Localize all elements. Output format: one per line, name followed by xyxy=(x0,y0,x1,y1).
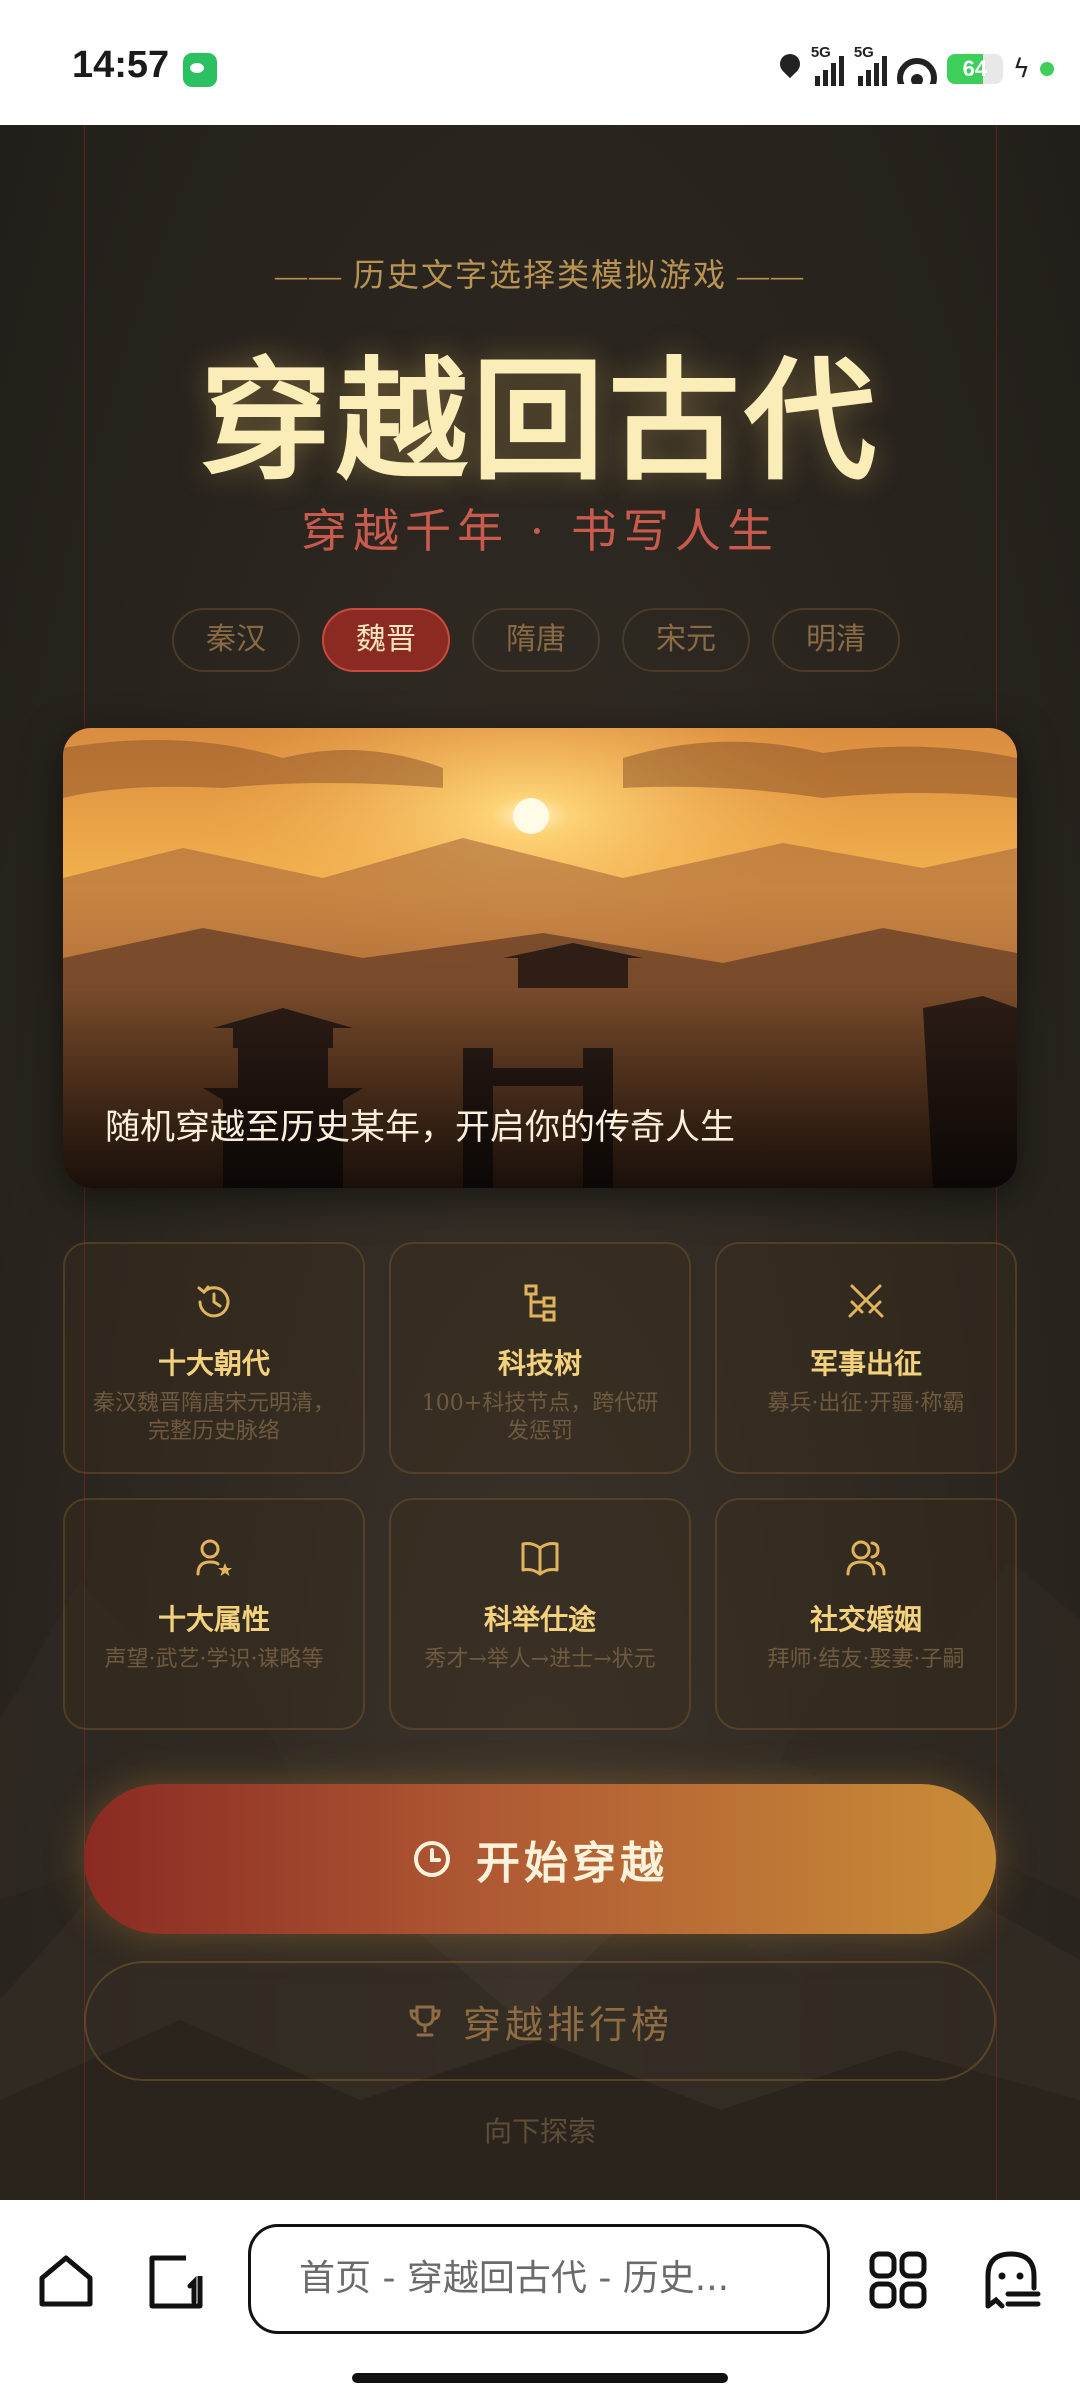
status-time: 14:57 xyxy=(72,44,170,86)
ranking-button-label: 穿越排行榜 xyxy=(462,2002,673,2047)
home-indicator[interactable] xyxy=(352,2373,728,2383)
feature-desc: 秀才→举人→进士→状元 xyxy=(424,1647,656,1672)
tech-tree-icon xyxy=(524,1284,556,1322)
feature-title: 社交婚姻 xyxy=(809,1603,922,1636)
era-tab-suitang[interactable]: 隋唐 xyxy=(472,608,600,672)
battery-level: 64 xyxy=(962,56,988,81)
page-tagline: 穿越千年 · 书写人生 xyxy=(301,504,779,558)
clock-icon xyxy=(414,1841,450,1877)
user-star-icon xyxy=(196,1539,232,1576)
wechat-icon xyxy=(183,53,217,87)
ranking-button[interactable]: 穿越排行榜 xyxy=(84,1961,996,2081)
feature-grid: 十大朝代 秦汉魏晋隋唐宋元明清，完整历史脉络 科技树 100+科技节点，跨代研发… xyxy=(63,1242,1017,1730)
era-tab-songyuan[interactable]: 宋元 xyxy=(622,608,750,672)
feature-card-tech-tree[interactable]: 科技树 100+科技节点，跨代研发惩罚 xyxy=(389,1242,691,1474)
feature-desc: 拜师·结友·娶妻·子嗣 xyxy=(767,1647,965,1672)
scroll-hint[interactable]: 向下探索 xyxy=(0,2110,1080,2150)
feature-title: 军事出征 xyxy=(809,1347,922,1380)
swords-icon xyxy=(848,1284,884,1318)
signal-icon: 5G xyxy=(854,44,887,86)
start-button-label: 开始穿越 xyxy=(476,1838,668,1889)
start-travel-button[interactable]: 开始穿越 xyxy=(84,1784,996,1934)
feature-desc: 募兵·出征·开疆·称霸 xyxy=(767,1391,965,1416)
era-tab-qinhan[interactable]: 秦汉 xyxy=(172,608,300,672)
history-icon xyxy=(197,1285,230,1318)
hero-caption: 随机穿越至历史某年，开启你的传奇人生 xyxy=(105,1108,736,1148)
feature-card-exam[interactable]: 科举仕途 秀才→举人→进士→状元 xyxy=(389,1498,691,1730)
charging-icon: ϟ xyxy=(1012,54,1030,84)
feature-title: 十大朝代 xyxy=(157,1347,270,1380)
users-icon xyxy=(846,1540,886,1576)
wifi-icon xyxy=(896,54,937,84)
feature-desc: 100+科技节点，跨代研发惩罚 xyxy=(421,1391,659,1444)
address-bar[interactable]: 首页 - 穿越回古代 - 历史... xyxy=(248,2224,830,2334)
hero-banner: 随机穿越至历史某年，开启你的传奇人生 xyxy=(63,728,1017,1188)
feature-title: 科技树 xyxy=(497,1347,582,1380)
era-tab-mingqing[interactable]: 明清 xyxy=(772,608,900,672)
page-subtitle: —— 历史文字选择类模拟游戏 —— xyxy=(274,257,805,293)
page-content[interactable]: —— 历史文字选择类模拟游戏 —— 穿越回古代 穿越千年 · 书写人生 秦汉 魏… xyxy=(0,125,1080,2200)
status-icons: 5G 5G 64 ϟ xyxy=(779,44,1054,94)
feature-card-social[interactable]: 社交婚姻 拜师·结友·娶妻·子嗣 xyxy=(715,1498,1017,1730)
feature-card-military[interactable]: 军事出征 募兵·出征·开疆·称霸 xyxy=(715,1242,1017,1474)
feature-card-attributes[interactable]: 十大属性 声望·武艺·学识·谋略等 xyxy=(63,1498,365,1730)
location-icon xyxy=(779,54,801,84)
book-icon xyxy=(521,1542,559,1576)
battery-icon: 64 xyxy=(946,54,1003,84)
browser-toolbar: 首页 - 穿越回古代 - 历史... xyxy=(0,2200,1080,2400)
trophy-icon xyxy=(409,2005,441,2037)
apps-grid-icon[interactable] xyxy=(868,2250,928,2310)
feature-title: 科举仕途 xyxy=(483,1603,596,1636)
tabs-icon[interactable] xyxy=(146,2252,206,2312)
feature-title: 十大属性 xyxy=(157,1603,270,1636)
feature-desc: 秦汉魏晋隋唐宋元明清，完整历史脉络 xyxy=(92,1391,335,1444)
home-icon[interactable] xyxy=(36,2250,96,2310)
feature-desc: 声望·武艺·学识·谋略等 xyxy=(104,1647,324,1672)
page-title: 穿越回古代 xyxy=(200,344,880,499)
era-selector: 秦汉 魏晋 隋唐 宋元 明清 xyxy=(172,608,900,672)
network-type-label: 5G xyxy=(810,44,831,61)
status-bar: 14:57 5G 5G 64 ϟ xyxy=(0,0,1080,125)
network-type-label: 5G xyxy=(853,44,874,61)
privacy-dot-icon xyxy=(1040,62,1054,76)
feature-card-dynasties[interactable]: 十大朝代 秦汉魏晋隋唐宋元明清，完整历史脉络 xyxy=(63,1242,365,1474)
era-tab-weijin[interactable]: 魏晋 xyxy=(322,608,450,672)
signal-icon: 5G xyxy=(811,44,844,86)
ghost-menu-icon[interactable] xyxy=(980,2248,1042,2312)
